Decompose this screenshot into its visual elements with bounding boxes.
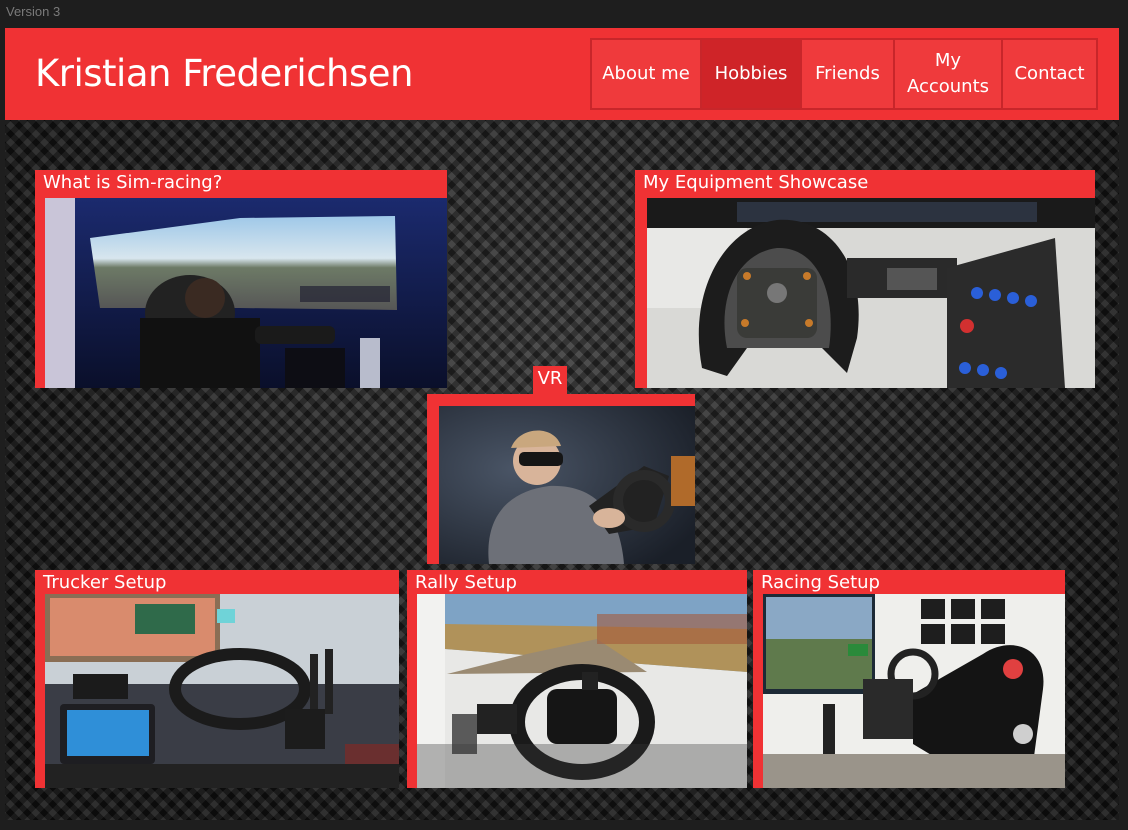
vr-photo (439, 406, 695, 564)
card-racing-setup[interactable]: Racing Setup (753, 570, 1065, 788)
card-title: Racing Setup (761, 572, 880, 593)
site-header: Kristian Frederichsen About me Hobbies F… (5, 28, 1119, 120)
card-trucker-setup[interactable]: Trucker Setup (35, 570, 399, 788)
page-frame: Kristian Frederichsen About me Hobbies F… (5, 28, 1119, 820)
nav-contact[interactable]: Contact (1003, 40, 1096, 108)
nav-friends[interactable]: Friends (802, 40, 895, 108)
card-vr[interactable] (427, 394, 695, 564)
vr-tab: VR (533, 366, 567, 394)
nav-hobbies[interactable]: Hobbies (702, 40, 802, 108)
card-rally-setup[interactable]: Rally Setup (407, 570, 747, 788)
version-label: Version 3 (6, 4, 61, 19)
nav-my-accounts[interactable]: My Accounts (895, 40, 1003, 108)
sim-racing-photo (45, 198, 447, 388)
card-equipment-showcase[interactable]: My Equipment Showcase (635, 170, 1095, 388)
card-title: Trucker Setup (43, 572, 167, 593)
card-title: Rally Setup (415, 572, 517, 593)
nav-about-me[interactable]: About me (592, 40, 702, 108)
racing-photo (763, 594, 1065, 788)
equipment-photo (647, 198, 1095, 388)
card-title: What is Sim-racing? (43, 172, 223, 193)
card-title: My Equipment Showcase (643, 172, 869, 193)
site-title: Kristian Frederichsen (35, 52, 413, 95)
rally-photo (417, 594, 747, 788)
trucker-photo (45, 594, 399, 788)
card-sim-racing[interactable]: What is Sim-racing? (35, 170, 447, 388)
main-nav: About me Hobbies Friends My Accounts Con… (590, 38, 1098, 110)
